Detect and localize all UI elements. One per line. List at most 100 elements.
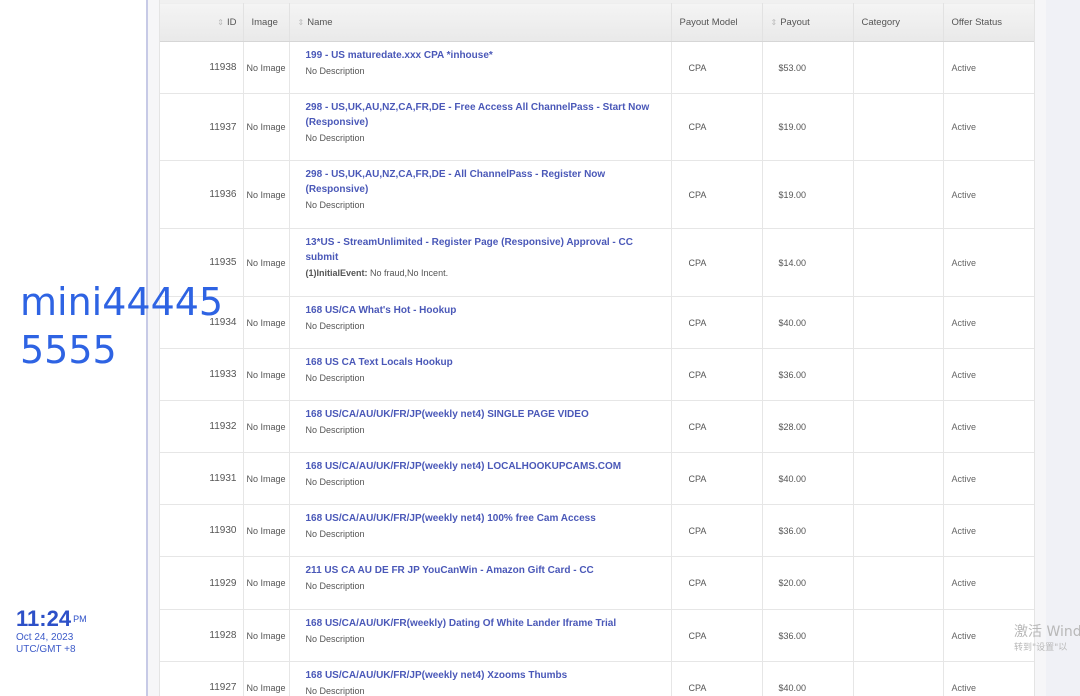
offer-payout: $28.00	[762, 400, 854, 453]
offer-name-cell: 168 US/CA/AU/UK/FR/JP(weekly net4) SINGL…	[289, 400, 672, 453]
offer-payout: $36.00	[762, 504, 854, 557]
offer-id: 11937	[160, 93, 244, 161]
sort-icon: ⇕	[770, 17, 778, 27]
offer-id: 11927	[160, 661, 244, 696]
offer-id: 11932	[160, 400, 244, 453]
offer-payout-model: CPA	[671, 400, 763, 453]
table-row: 11937 No Image 298 - US,UK,AU,NZ,CA,FR,DE …	[160, 93, 1034, 161]
column-header-payout[interactable]: ⇕ Payout	[762, 0, 854, 42]
offer-status: Active	[943, 296, 1034, 349]
offer-id: 11929	[160, 556, 244, 610]
clock-date: Oct 24, 2023	[16, 632, 74, 643]
offer-status: Active	[943, 400, 1034, 453]
offer-description: No Description	[306, 580, 661, 593]
offer-name-cell: 168 US CA Text Locals Hookup No Descripti…	[289, 348, 672, 401]
table-row: 11933 No Image 168 US CA Text Locals Hooku…	[160, 348, 1034, 401]
offer-payout-model: CPA	[671, 504, 763, 557]
offer-name-link[interactable]: 168 US/CA/AU/UK/FR/JP(weekly net4) SINGL…	[306, 407, 661, 422]
offer-status: Active	[943, 504, 1034, 557]
column-header-name[interactable]: ⇕ Name	[289, 0, 672, 42]
offer-category	[853, 41, 944, 94]
column-header-id[interactable]: ⇕ ID	[160, 0, 244, 42]
offer-id: 11938	[160, 41, 244, 94]
offer-name-cell: 168 US/CA/AU/UK/FR/JP(weekly net4) Xzoom…	[289, 661, 672, 696]
offer-image: No Image	[243, 160, 290, 229]
offer-status: Active	[943, 160, 1034, 229]
offer-image: No Image	[243, 41, 290, 94]
offer-name-cell: 168 US/CA/AU/UK/FR(weekly) Dating Of Whi…	[289, 609, 672, 662]
offer-payout-model: CPA	[671, 228, 763, 297]
offer-description-text: No Description	[305, 321, 365, 331]
offer-name-link[interactable]: 168 US/CA What's Hot - Hookup	[306, 303, 661, 318]
offer-description: No Description	[306, 199, 661, 212]
offer-status: Active	[943, 661, 1034, 696]
offer-status: Active	[943, 452, 1034, 505]
offer-category	[853, 504, 944, 557]
offer-category	[853, 609, 944, 662]
offer-image: No Image	[243, 504, 290, 557]
offer-status: Active	[943, 556, 1034, 610]
table-row: 11938 No Image 199 - US maturedate.xxx CPA…	[160, 41, 1034, 94]
offer-name-link[interactable]: 199 - US maturedate.xxx CPA *inhouse*	[306, 48, 661, 63]
offer-payout: $53.00	[762, 41, 854, 94]
table-header-row: ⇕ ID Image ⇕ Name Payout Model ⇕ Payout Cat…	[160, 0, 1034, 42]
offer-name-link[interactable]: 298 - US,UK,AU,NZ,CA,FR,DE - All Channel…	[306, 167, 661, 197]
offer-name-link[interactable]: 168 US CA Text Locals Hookup	[306, 355, 661, 370]
table-row: 11934 No Image 168 US/CA What's Hot - Hook…	[160, 296, 1034, 349]
offer-name-link[interactable]: 168 US/CA/AU/UK/FR/JP(weekly net4) 100% …	[306, 511, 661, 526]
windows-activation-notice: 激活 Wind 转到"设置"以	[1014, 622, 1080, 654]
offers-table-body: 11938 No Image 199 - US maturedate.xxx CPA…	[160, 41, 1034, 696]
offer-name-link[interactable]: 168 US/CA/AU/UK/FR/JP(weekly net4) LOCAL…	[306, 459, 661, 474]
table-row: 11928 No Image 168 US/CA/AU/UK/FR(weekly) …	[160, 609, 1034, 662]
offer-name-link[interactable]: 298 - US,UK,AU,NZ,CA,FR,DE - Free Access…	[306, 100, 661, 130]
column-header-payout-model: Payout Model	[671, 0, 763, 42]
offer-name-link[interactable]: 211 US CA AU DE FR JP YouCanWin - Amazon…	[306, 563, 661, 578]
offer-payout-model: CPA	[671, 452, 763, 505]
offer-description-text: No fraud,No Incent.	[370, 268, 449, 278]
offer-name-cell: 298 - US,UK,AU,NZ,CA,FR,DE - Free Access…	[289, 93, 672, 161]
clock-ampm: PM	[73, 614, 87, 624]
clock-timezone: UTC/GMT +8	[16, 644, 76, 655]
table-row: 11935 No Image 13*US - StreamUnlimited - R…	[160, 228, 1034, 297]
offer-id: 11928	[160, 609, 244, 662]
activation-line-2: 转到"设置"以	[1014, 643, 1068, 653]
offer-name-link[interactable]: 13*US - StreamUnlimited - Register Page …	[306, 235, 661, 265]
offer-description-text: No Description	[305, 477, 365, 487]
column-header-status: Offer Status	[943, 0, 1034, 42]
right-margin	[1046, 0, 1080, 696]
offer-payout-model: CPA	[671, 41, 763, 94]
offer-payout: $40.00	[762, 296, 854, 349]
offer-description: No Description	[306, 372, 661, 385]
offer-name-link[interactable]: 168 US/CA/AU/UK/FR/JP(weekly net4) Xzoom…	[306, 668, 661, 683]
offer-image: No Image	[243, 400, 290, 453]
offer-description-text: No Description	[305, 373, 365, 383]
offer-payout-model: CPA	[671, 93, 763, 161]
sort-icon: ⇕	[217, 17, 224, 27]
offer-description: No Description	[306, 685, 661, 696]
offer-payout: $20.00	[762, 556, 854, 610]
column-header-image: Image	[243, 0, 290, 42]
table-row: 11930 No Image 168 US/CA/AU/UK/FR/JP(weekl…	[160, 504, 1034, 557]
offer-image: No Image	[243, 348, 290, 401]
offer-image: No Image	[243, 556, 290, 610]
offer-name-link[interactable]: 168 US/CA/AU/UK/FR(weekly) Dating Of Whi…	[306, 616, 661, 631]
table-row: 11929 No Image 211 US CA AU DE FR JP YouCa…	[160, 556, 1034, 610]
clock-time: 11:24	[16, 606, 72, 631]
offer-category	[853, 400, 944, 453]
offer-image: No Image	[243, 452, 290, 505]
offer-name-cell: 168 US/CA/AU/UK/FR/JP(weekly net4) LOCAL…	[289, 452, 672, 505]
offer-payout: $40.00	[762, 661, 854, 696]
table-row: 11931 No Image 168 US/CA/AU/UK/FR/JP(weekl…	[160, 452, 1034, 505]
offer-description: No Description	[306, 132, 661, 145]
offer-category	[853, 228, 944, 297]
offer-image: No Image	[243, 661, 290, 696]
sort-icon: ⇕	[297, 17, 305, 27]
offer-category	[853, 452, 944, 505]
table-row: 11932 No Image 168 US/CA/AU/UK/FR/JP(weekl…	[160, 400, 1034, 453]
offer-description: No Description	[306, 424, 661, 437]
offer-description-text: No Description	[305, 200, 365, 210]
activation-line-1: 激活 Wind	[1014, 624, 1080, 640]
offer-description: No Description	[306, 633, 661, 646]
column-header-category: Category	[853, 0, 944, 42]
offer-category	[853, 556, 944, 610]
